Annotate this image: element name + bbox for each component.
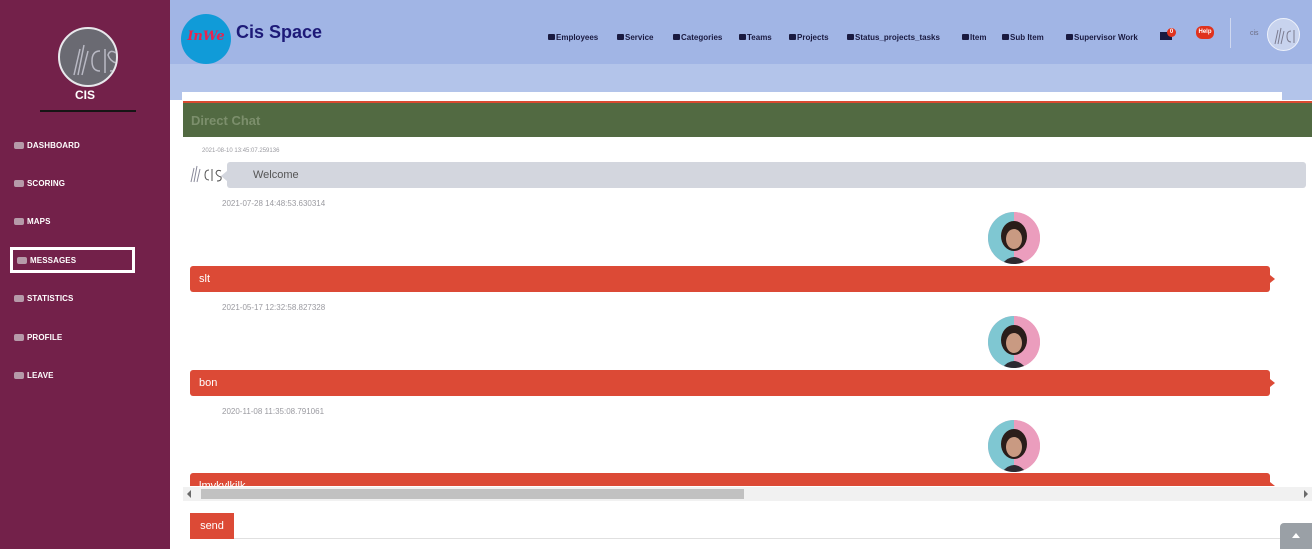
nav-label: Categories <box>681 32 723 42</box>
scroll-to-top-button[interactable] <box>1280 523 1312 549</box>
help-button[interactable]: Help <box>1196 26 1214 39</box>
nav-label: Item <box>970 32 987 42</box>
horizontal-scrollbar[interactable] <box>183 487 1312 501</box>
user-avatar-photo <box>988 212 1040 264</box>
message-date: 2021-05-17 12:32:58.827328 <box>222 303 326 312</box>
chat-header: Direct Chat <box>183 101 1312 137</box>
sidebar-item-label: STATISTICS <box>27 293 74 303</box>
dashboard-icon <box>14 141 24 149</box>
nav-supervisor-work[interactable]: Supervisor Work <box>1066 29 1138 45</box>
scroll-left-icon[interactable] <box>187 490 191 498</box>
inwe-logo[interactable]: InWe <box>181 14 231 64</box>
profile-icon <box>14 333 24 341</box>
sidebar-item-label: DASHBOARD <box>27 140 80 150</box>
user-avatar[interactable] <box>1267 18 1300 51</box>
nav-teams[interactable]: Teams <box>739 29 772 45</box>
sidebar-item-profile[interactable]: PROFILE <box>10 324 135 350</box>
nav-employees[interactable]: Employees <box>548 29 598 45</box>
chat-clip: lmvkvlkilk <box>183 472 1312 486</box>
brand-name: CIS <box>74 88 95 102</box>
cis-logo <box>58 27 118 87</box>
user-icon <box>1066 34 1073 40</box>
sidebar-item-scoring[interactable]: SCORING <box>10 170 135 196</box>
window-icon <box>962 34 969 40</box>
scoring-icon <box>14 179 24 187</box>
sidebar-item-label: LEAVE <box>27 370 54 380</box>
nav-label: Sub Item <box>1010 32 1044 42</box>
nav-label: Teams <box>747 32 772 42</box>
sidebar-item-statistics[interactable]: STATISTICS <box>10 285 135 311</box>
car-icon <box>847 34 854 40</box>
notification-count: 0 <box>1167 28 1176 37</box>
sidebar-item-maps[interactable]: MAPS <box>10 208 135 234</box>
nav-status-projects-tasks[interactable]: Status_projects_tasks <box>847 29 940 45</box>
sidebar: CIS DASHBOARD SCORING MAPS MESSAGES STAT… <box>0 0 170 549</box>
nav-categories[interactable]: Categories <box>673 29 722 45</box>
nav-projects[interactable]: Projects <box>789 29 829 45</box>
chat-title: Direct Chat <box>191 113 261 128</box>
leave-icon <box>14 371 24 379</box>
message-input[interactable] <box>234 538 1312 539</box>
nav-item[interactable]: Item <box>962 29 986 45</box>
car-icon <box>789 34 796 40</box>
outgoing-message: slt <box>190 266 1275 292</box>
user-avatar-photo <box>988 420 1040 472</box>
outgoing-message: lmvkvlkilk <box>190 473 1275 486</box>
sidebar-item-leave[interactable]: LEAVE <box>10 362 135 388</box>
nav-label: Employees <box>556 32 599 42</box>
sidebar-item-label: MESSAGES <box>30 255 77 265</box>
folder-icon <box>673 34 680 40</box>
table-icon <box>617 34 624 40</box>
user-name[interactable]: cis <box>1250 30 1259 37</box>
nav-label: Projects <box>797 32 829 42</box>
sidebar-item-dashboard[interactable]: DASHBOARD <box>10 132 135 158</box>
outgoing-message: bon <box>190 370 1275 396</box>
app-title[interactable]: Cis Space <box>236 22 322 43</box>
sidebar-item-label: SCORING <box>27 178 66 188</box>
scrollbar-thumb[interactable] <box>201 489 744 499</box>
header-divider <box>1230 18 1231 48</box>
sidebar-item-label: MAPS <box>27 216 51 226</box>
brand-divider <box>40 110 136 112</box>
nav-service[interactable]: Service <box>617 29 653 45</box>
message-date: 2021-07-28 14:48:53.630314 <box>222 199 326 208</box>
message-date: 2020-11-08 11:35:08.791061 <box>222 407 325 416</box>
nav-label: Supervisor Work <box>1074 32 1138 42</box>
sidebar-item-label: PROFILE <box>27 332 63 342</box>
nav-label: Service <box>625 32 654 42</box>
sidebar-item-messages[interactable]: MESSAGES <box>10 247 135 273</box>
messages-icon <box>17 256 27 264</box>
statistics-icon <box>14 294 24 302</box>
incoming-message: Welcome <box>221 162 1306 188</box>
message-date: 2021-08-10 13:45:07.259136 <box>202 148 280 154</box>
nav-label: Status_projects_tasks <box>855 32 940 42</box>
send-button[interactable]: send <box>190 513 234 539</box>
scroll-right-icon[interactable] <box>1304 490 1308 498</box>
window-icon <box>1002 34 1009 40</box>
user-icon <box>548 34 555 40</box>
messages-notification[interactable]: 0 <box>1160 28 1178 40</box>
user-avatar-photo <box>988 316 1040 368</box>
maps-icon <box>14 217 24 225</box>
nav-sub-item[interactable]: Sub Item <box>1002 29 1044 45</box>
table-icon <box>739 34 746 40</box>
